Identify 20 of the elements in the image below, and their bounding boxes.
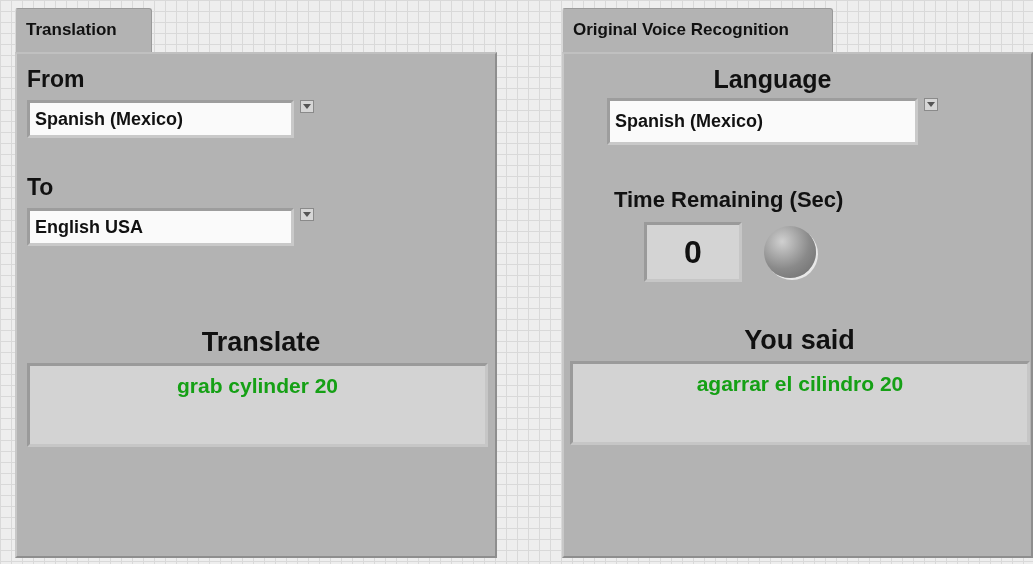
caret-icon [303, 211, 311, 218]
tab[interactable]: Translation [15, 8, 152, 52]
dropdown-field[interactable]: English USA [27, 208, 294, 246]
output-label: Translate [200, 327, 322, 357]
output-label: You said [743, 325, 856, 355]
output-text-box: agarrar el cilindro 20 [569, 361, 1030, 445]
output-text-box: grab cylinder 20 [27, 363, 488, 447]
dropdown-button[interactable] [300, 100, 314, 113]
caret-icon [303, 103, 311, 110]
field-label: To [27, 174, 54, 200]
tab[interactable]: Original Voice Recognition [561, 8, 833, 52]
field-label: From [27, 66, 85, 92]
field-label: Time Remaining (Sec) [613, 186, 844, 214]
dropdown-field[interactable]: Spanish (Mexico) [606, 98, 918, 145]
field-label: Language [713, 64, 832, 94]
numeric-indicator: 0 [643, 222, 742, 282]
caret-icon [926, 101, 935, 108]
dropdown-button[interactable] [300, 208, 314, 221]
dropdown-field[interactable]: Spanish (Mexico) [27, 100, 294, 138]
dropdown-button[interactable] [923, 98, 938, 111]
